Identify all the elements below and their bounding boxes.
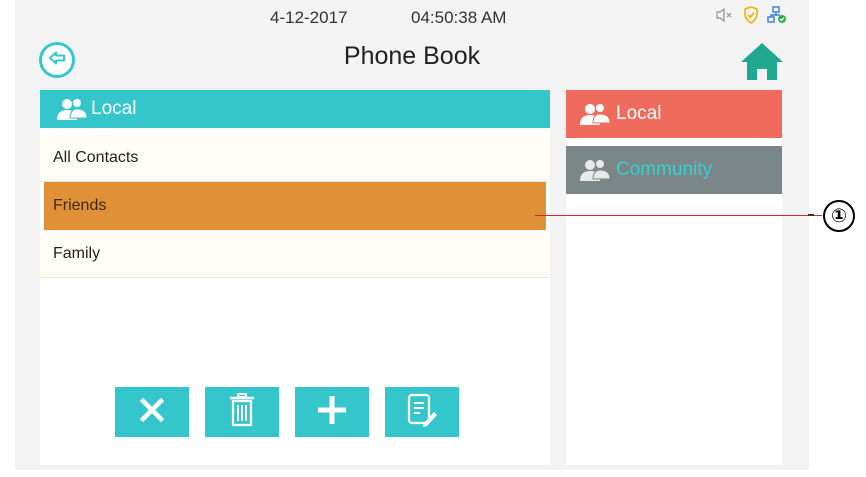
header: Phone Book — [15, 34, 809, 86]
speaker-muted-icon — [715, 7, 735, 23]
panel-header-label: Local — [91, 98, 137, 119]
close-button[interactable] — [115, 387, 189, 437]
status-date: 4-12-2017 — [270, 8, 348, 27]
trash-icon — [228, 392, 256, 433]
tab-label: Local — [616, 103, 662, 124]
list-item-family[interactable]: Family — [40, 230, 550, 278]
delete-button[interactable] — [205, 387, 279, 437]
home-icon — [739, 43, 785, 88]
edit-button[interactable] — [385, 387, 459, 437]
panel-header: Local — [40, 90, 550, 128]
callout-marker: ① — [823, 200, 855, 232]
contacts-group-icon — [578, 102, 612, 126]
callout-dash — [808, 214, 814, 216]
shield-icon — [743, 6, 759, 24]
status-icons — [715, 6, 787, 24]
list-item-all-contacts[interactable]: All Contacts — [40, 134, 550, 182]
tab-label: Community — [616, 159, 713, 180]
status-bar: 4-12-2017 04:50:38 AM — [15, 0, 809, 34]
list-item-label: Family — [53, 244, 101, 262]
tab-local[interactable]: Local — [566, 90, 782, 138]
plus-icon — [315, 393, 349, 432]
contact-groups-panel: Local All Contacts Friends Family — [40, 90, 550, 465]
contact-group-list: All Contacts Friends Family — [40, 134, 550, 278]
contacts-group-icon — [578, 158, 612, 182]
add-button[interactable] — [295, 387, 369, 437]
phonebook-screen: 4-12-2017 04:50:38 AM Phone Book Local A… — [15, 0, 809, 470]
list-item-label: Friends — [53, 196, 107, 214]
list-item-label: All Contacts — [53, 148, 139, 166]
source-panel: Local Community — [566, 90, 782, 465]
close-icon — [139, 397, 165, 428]
list-item-friends[interactable]: Friends — [44, 182, 546, 230]
tab-community[interactable]: Community — [566, 146, 782, 194]
status-time: 04:50:38 AM — [411, 8, 507, 27]
page-title: Phone Book — [343, 42, 481, 70]
contacts-group-icon — [55, 97, 89, 121]
home-button[interactable] — [739, 40, 785, 84]
network-connected-icon — [767, 6, 787, 24]
callout-line — [535, 215, 822, 216]
edit-list-icon — [406, 393, 438, 432]
group-toolbar — [115, 387, 459, 437]
